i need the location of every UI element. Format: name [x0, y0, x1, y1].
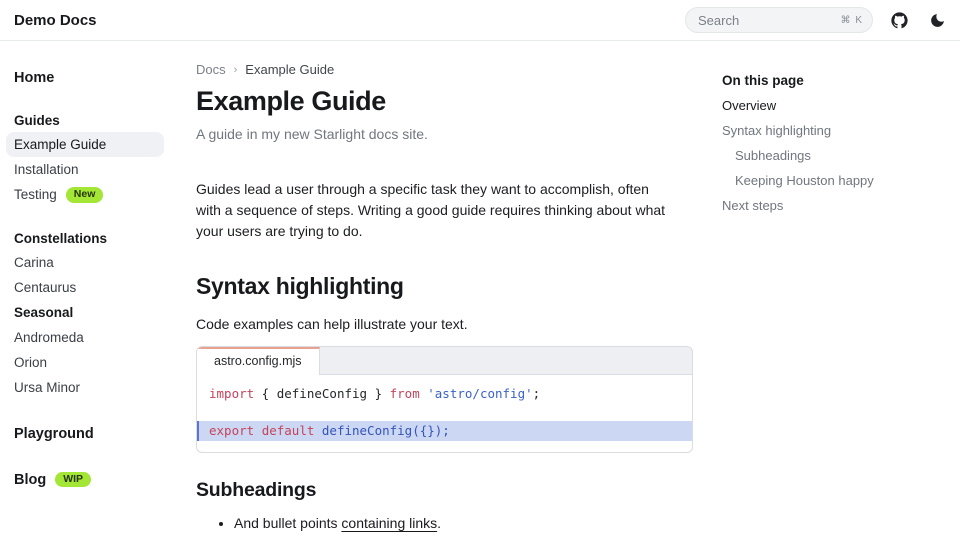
code-tab-bar: astro.config.mjs	[197, 347, 692, 375]
main-content: Docs › Example Guide Example Guide A gui…	[196, 41, 693, 534]
sidebar-item-testing[interactable]: Testing New	[14, 182, 176, 208]
toc-link-next-steps[interactable]: Next steps	[722, 194, 950, 217]
code-token: default	[262, 423, 315, 438]
sidebar-item-label: Orion	[14, 355, 47, 370]
sidebar-item-playground[interactable]: Playground	[14, 422, 176, 446]
sidebar-item-label: Guides	[14, 113, 60, 128]
heading-subheadings: Subheadings	[196, 479, 693, 502]
page-subtitle: A guide in my new Starlight docs site.	[196, 126, 693, 142]
breadcrumb-current: Example Guide	[245, 62, 334, 77]
sidebar-item-home[interactable]: Home	[14, 66, 176, 90]
site-title[interactable]: Demo Docs	[14, 12, 97, 29]
sidebar-item-label: Installation	[14, 162, 79, 177]
sidebar-item-label: Andromeda	[14, 330, 84, 345]
sidebar-item-guides: Guides	[14, 109, 176, 132]
search-placeholder: Search	[698, 13, 841, 28]
on-this-page-panel: On this page OverviewSyntax highlighting…	[722, 41, 950, 217]
sidebar-item-andromeda[interactable]: Andromeda	[14, 325, 176, 350]
sidebar-item-blog[interactable]: Blog WIP	[14, 468, 176, 492]
badge-wip: WIP	[55, 472, 91, 488]
code-token: export	[209, 423, 254, 438]
sidebar-item-label: Testing	[14, 187, 57, 202]
bullet-text: And bullet points	[234, 515, 341, 531]
site-header: Demo Docs Search ⌘ K	[0, 0, 960, 41]
search-shortcut-kbd: ⌘ K	[841, 15, 863, 26]
toc-link-syntax-highlighting[interactable]: Syntax highlighting	[722, 119, 950, 142]
sidebar-item-label: Seasonal	[14, 305, 73, 320]
code-token: from	[390, 386, 420, 401]
code-token: { defineConfig }	[254, 386, 389, 401]
sidebar-item-orion[interactable]: Orion	[14, 350, 176, 375]
code-block: astro.config.mjs import { defineConfig }…	[196, 346, 693, 453]
breadcrumb: Docs › Example Guide	[196, 62, 693, 77]
toc-title: On this page	[722, 69, 950, 92]
sidebar-item-carina[interactable]: Carina	[14, 250, 176, 275]
toc-list: OverviewSyntax highlightingSubheadingsKe…	[722, 94, 950, 217]
sidebar-item-constellations: Constellations	[14, 227, 176, 250]
sidebar-nav: Home Guides Example Guide Installation Testi…	[0, 41, 186, 540]
breadcrumb-root-link[interactable]: Docs	[196, 62, 226, 77]
sidebar-item-centaurus[interactable]: Centaurus	[14, 275, 176, 300]
sidebar-item-label: Carina	[14, 255, 54, 270]
breadcrumb-separator-icon: ›	[234, 64, 238, 76]
code-line-highlighted: export default defineConfig({});	[197, 421, 692, 441]
containing-links-link[interactable]: containing links	[341, 515, 437, 531]
toc-link-subheadings[interactable]: Subheadings	[722, 144, 950, 167]
code-tab-filename[interactable]: astro.config.mjs	[197, 347, 320, 375]
sidebar-item-seasonal[interactable]: Seasonal	[14, 300, 176, 325]
sidebar-item-label: Home	[14, 70, 54, 86]
sidebar-item-label: Ursa Minor	[14, 380, 80, 395]
syntax-lead-paragraph: Code examples can help illustrate your t…	[196, 316, 693, 332]
code-token	[254, 423, 262, 438]
github-icon[interactable]	[891, 12, 908, 29]
sidebar-item-label: Centaurus	[14, 280, 76, 295]
code-token: defineConfig({});	[314, 423, 449, 438]
page-title: Example Guide	[196, 86, 693, 117]
toc-link-overview[interactable]: Overview	[722, 94, 950, 117]
dark-mode-toggle-moon-icon[interactable]	[929, 12, 946, 29]
sidebar-item-label: Example Guide	[14, 137, 106, 152]
bullet-list: And bullet points containing links.	[196, 513, 693, 534]
search-input[interactable]: Search ⌘ K	[685, 7, 873, 33]
sidebar-item-label: Constellations	[14, 231, 107, 246]
sidebar-item-ursa-minor[interactable]: Ursa Minor	[14, 375, 176, 400]
code-token: import	[209, 386, 254, 401]
sidebar-item-label: Blog	[14, 472, 46, 488]
code-line	[197, 403, 692, 421]
code-line: import { defineConfig } from 'astro/conf…	[197, 385, 692, 403]
badge-new: New	[66, 187, 104, 203]
code-area[interactable]: import { defineConfig } from 'astro/conf…	[197, 375, 692, 452]
sidebar-item-label: Playground	[14, 426, 94, 442]
code-token: 'astro/config'	[420, 386, 533, 401]
sidebar-item-example-guide[interactable]: Example Guide	[6, 132, 164, 157]
toc-link-keeping-houston-happy[interactable]: Keeping Houston happy	[722, 169, 950, 192]
bullet-text-suffix: .	[437, 515, 441, 531]
intro-paragraph: Guides lead a user through a specific ta…	[196, 179, 674, 242]
code-token: ;	[533, 386, 541, 401]
heading-syntax-highlighting: Syntax highlighting	[196, 273, 693, 300]
bullet-item: And bullet points containing links.	[234, 513, 693, 534]
sidebar-item-installation[interactable]: Installation	[14, 157, 176, 182]
